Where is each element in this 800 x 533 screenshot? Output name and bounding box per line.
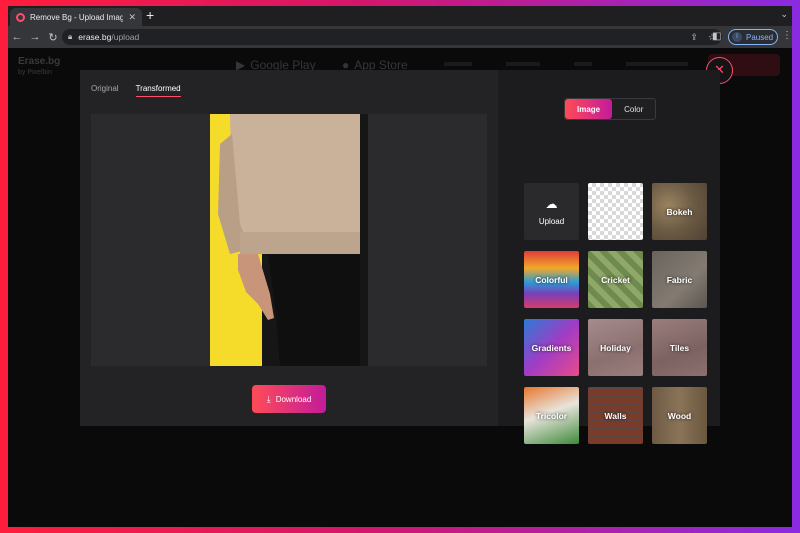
walls-tile[interactable]: Walls <box>588 387 643 444</box>
colorful-tile[interactable]: Colorful <box>524 251 579 308</box>
tile-label: Wood <box>667 410 692 421</box>
tab-strip: Remove Bg - Upload Images to ✕ + ⌄ <box>8 6 792 26</box>
browser-window: Remove Bg - Upload Images to ✕ + ⌄ ← → ↻… <box>8 6 792 527</box>
tab-search-icon[interactable]: ⌄ <box>780 9 788 20</box>
mode-toggle: Image Color <box>564 98 657 120</box>
tab-transformed[interactable]: Transformed <box>135 84 181 97</box>
transparent-background-tile[interactable] <box>588 183 643 240</box>
tile-label: Colorful <box>535 274 568 285</box>
person-illustration <box>210 114 368 366</box>
tab-title: Remove Bg - Upload Images to <box>30 12 124 22</box>
cricket-tile[interactable]: Cricket <box>588 251 643 308</box>
tiles-tile[interactable]: Tiles <box>652 319 707 376</box>
url-path: /upload <box>111 32 140 42</box>
background-picker: Image Color ☁ Upload Bokeh Colorful Cric… <box>498 70 720 444</box>
tile-label: Upload <box>538 217 565 226</box>
cloud-upload-icon: ☁ <box>545 197 558 211</box>
holiday-tile[interactable]: Holiday <box>588 319 643 376</box>
tile-label: Bokeh <box>666 206 693 217</box>
gradients-tile[interactable]: Gradients <box>524 319 579 376</box>
tile-label: Tiles <box>669 342 690 353</box>
new-tab-icon[interactable]: + <box>146 7 154 23</box>
site-nav-item[interactable] <box>444 62 472 66</box>
site-logo-tagline: by Pixelbin <box>18 69 52 76</box>
share-icon[interactable]: ⇪ <box>690 32 698 43</box>
url-text: erase.bg/upload <box>78 32 139 42</box>
tricolor-tile[interactable]: Tricolor <box>524 387 579 444</box>
tile-label: Gradients <box>531 342 572 353</box>
download-icon: ⤓ <box>266 393 271 404</box>
tab-close-icon[interactable]: ✕ <box>128 12 136 23</box>
image-canvas <box>91 114 487 366</box>
browser-toolbar: ← → ↻ 🔒︎ erase.bg/upload ⇪ ☆ ◧ I Paused … <box>8 26 792 48</box>
address-bar[interactable]: 🔒︎ erase.bg/upload ⇪ ☆ <box>62 29 722 45</box>
mode-color-button[interactable]: Color <box>612 99 655 119</box>
profile-status: Paused <box>746 32 774 42</box>
tab-original[interactable]: Original <box>91 84 119 97</box>
site-logo: Erase.bg by Pixelbin <box>18 56 60 78</box>
avatar: I <box>732 32 742 42</box>
result-image <box>210 114 368 366</box>
url-host: erase.bg <box>78 32 112 42</box>
tile-label: Walls <box>604 410 627 421</box>
mode-image-button[interactable]: Image <box>565 99 613 119</box>
tile-label: Tricolor <box>535 410 568 421</box>
site-nav-item[interactable] <box>506 62 540 66</box>
back-icon[interactable]: ← <box>8 31 26 43</box>
browser-menu-icon[interactable]: ⋮ <box>782 30 792 41</box>
reload-icon[interactable]: ↻ <box>44 31 62 44</box>
bokeh-tile[interactable]: Bokeh <box>652 183 707 240</box>
upload-background-tile[interactable]: ☁ Upload <box>524 183 579 240</box>
site-nav-item[interactable] <box>626 62 688 66</box>
fabric-tile[interactable]: Fabric <box>652 251 707 308</box>
download-label: Download <box>275 394 312 404</box>
site-favicon-icon <box>16 12 25 22</box>
forward-icon[interactable]: → <box>26 31 44 43</box>
profile-button[interactable]: I Paused <box>728 29 778 45</box>
wood-tile[interactable]: Wood <box>652 387 707 444</box>
preview-pane: Original Transformed ⤓ Download <box>80 70 498 426</box>
tile-label: Cricket <box>601 274 630 285</box>
download-button[interactable]: ⤓ Download <box>252 385 326 413</box>
side-panel-icon[interactable]: ◧ <box>712 31 721 42</box>
view-tabs: Original Transformed <box>91 84 181 97</box>
tile-label: Fabric <box>666 274 693 285</box>
editor-modal: Original Transformed ⤓ Download Image Co… <box>80 70 720 444</box>
browser-tab[interactable]: Remove Bg - Upload Images to ✕ <box>10 8 142 26</box>
lock-icon[interactable]: 🔒︎ <box>68 32 72 42</box>
tile-label: Holiday <box>600 342 631 353</box>
site-logo-name: Erase.bg <box>18 56 61 67</box>
site-nav-item[interactable] <box>574 62 592 66</box>
